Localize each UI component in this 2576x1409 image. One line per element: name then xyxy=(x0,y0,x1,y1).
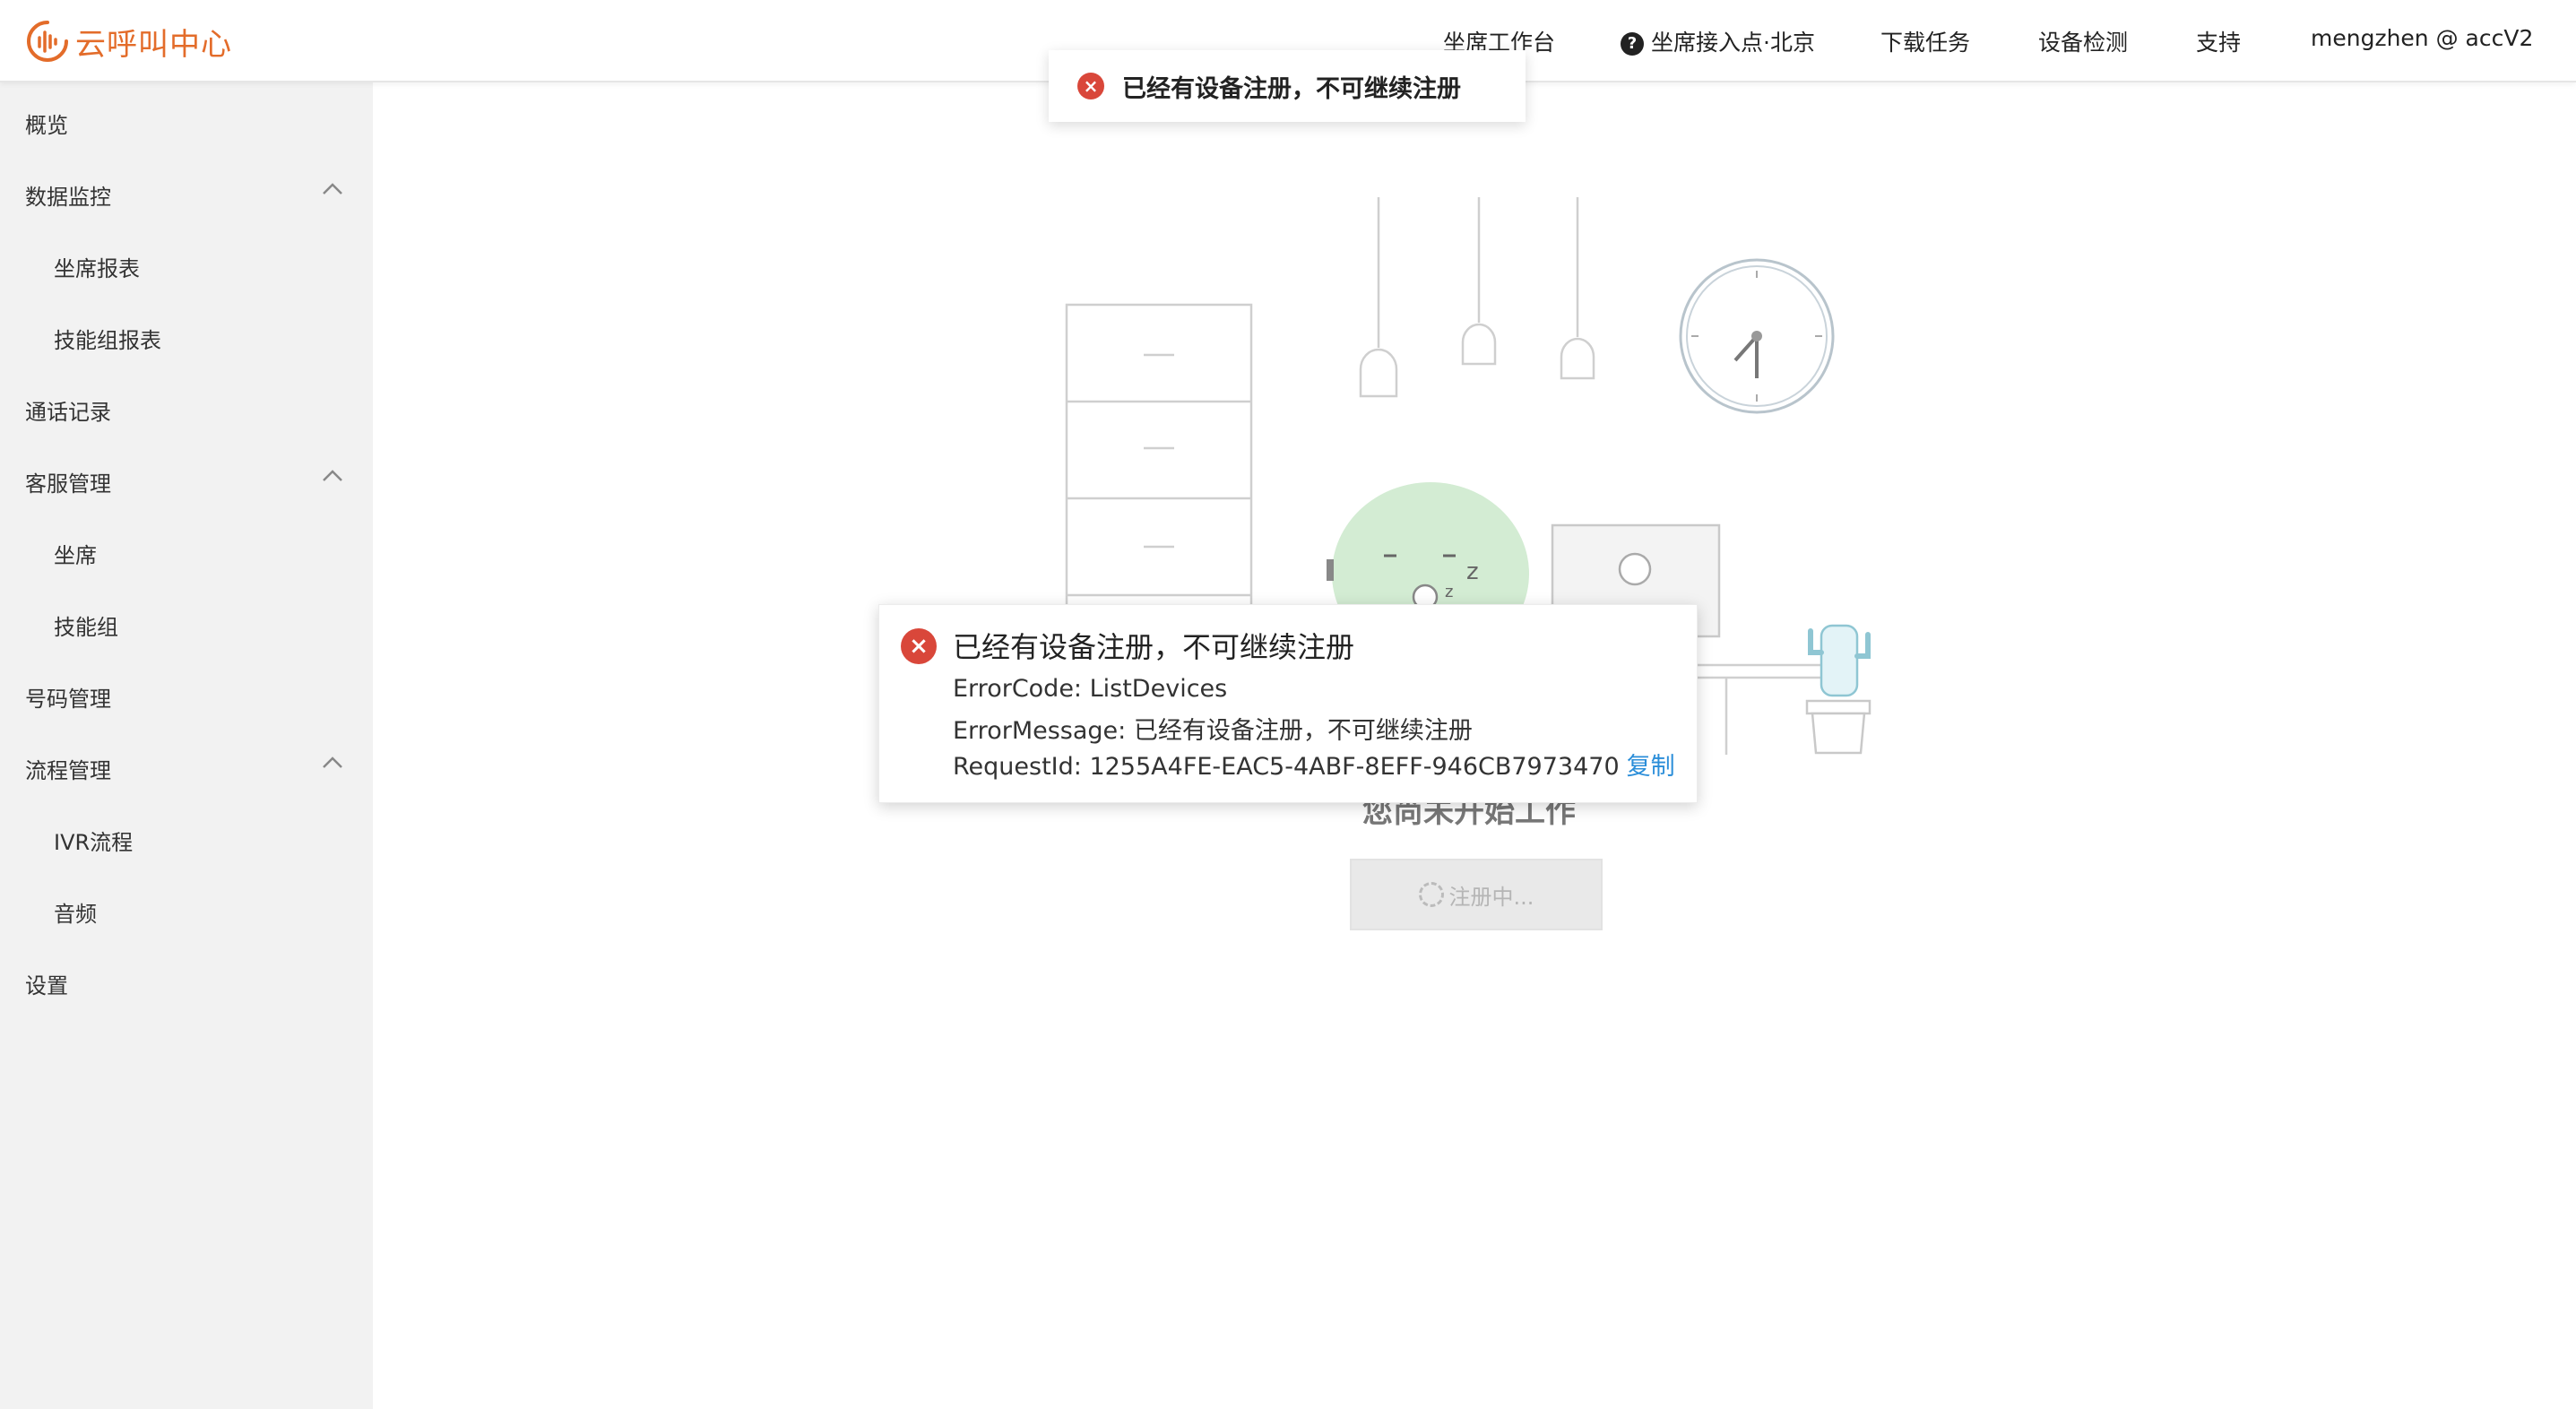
error-code-text: ErrorCode: ListDevices xyxy=(953,675,1228,703)
sidebar-item-overview[interactable]: 概览 xyxy=(25,108,68,139)
nav-support[interactable]: 支持 xyxy=(2196,25,2241,57)
access-point-label: 坐席接入点·北京 xyxy=(1651,30,1815,56)
sidebar-item-skill-group-report[interactable]: 技能组报表 xyxy=(54,323,161,354)
chevron-up-icon[interactable] xyxy=(321,751,344,774)
nav-device-check[interactable]: 设备检测 xyxy=(2038,25,2128,57)
nav-download-tasks[interactable]: 下载任务 xyxy=(1880,25,1970,57)
svg-text:z: z xyxy=(1445,583,1453,601)
error-close-icon: × xyxy=(901,628,937,664)
chevron-up-icon[interactable] xyxy=(321,464,344,488)
chevron-up-icon[interactable] xyxy=(321,177,344,201)
request-id-text: RequestId: 1255A4FE-EAC5-4ABF-8EFF-946CB… xyxy=(953,753,1620,781)
lamps-illustration xyxy=(1359,197,1595,398)
sidebar-item-ivr-flow[interactable]: IVR流程 xyxy=(54,825,133,856)
error-icon: × xyxy=(1077,73,1104,99)
loading-spinner-icon xyxy=(1418,882,1444,907)
register-button[interactable]: 注册中... xyxy=(1350,859,1603,930)
app-title: 云呼叫中心 xyxy=(75,26,232,63)
sidebar-item-call-records[interactable]: 通话记录 xyxy=(25,394,111,426)
error-dialog-title: 已经有设备注册，不可继续注册 xyxy=(953,630,1355,664)
sidebar-item-agents[interactable]: 坐席 xyxy=(54,538,97,569)
help-icon[interactable]: ? xyxy=(1621,32,1644,56)
register-button-label: 注册中... xyxy=(1448,884,1534,910)
sidebar-item-data-monitor[interactable]: 数据监控 xyxy=(25,179,111,211)
error-toast: × 已经有设备注册，不可继续注册 xyxy=(1049,50,1526,122)
sidebar-item-flow-management[interactable]: 流程管理 xyxy=(25,753,111,784)
clock-illustration xyxy=(1679,258,1835,414)
call-center-logo-icon xyxy=(27,21,68,62)
sidebar: 概览 数据监控 坐席报表 技能组报表 通话记录 客服管理 坐席 技能组 号码管理… xyxy=(0,82,373,1409)
request-id-line: RequestId: 1255A4FE-EAC5-4ABF-8EFF-946CB… xyxy=(953,747,1675,782)
app-logo[interactable]: 云呼叫中心 xyxy=(25,16,232,66)
sidebar-item-settings[interactable]: 设置 xyxy=(25,968,68,999)
cactus-plant-illustration xyxy=(1805,624,1871,755)
nav-access-point[interactable]: ? 坐席接入点·北京 xyxy=(1621,25,1815,57)
user-account-menu[interactable]: mengzhen @ accV2 xyxy=(2311,25,2533,51)
error-message-text: ErrorMessage: 已经有设备注册，不可继续注册 xyxy=(953,717,1473,745)
sidebar-item-audio[interactable]: 音频 xyxy=(54,896,97,928)
sidebar-item-agent-report[interactable]: 坐席报表 xyxy=(54,251,140,282)
sidebar-item-service-management[interactable]: 客服管理 xyxy=(25,466,111,497)
toast-message: 已经有设备注册，不可继续注册 xyxy=(1122,74,1461,103)
error-dialog: × 已经有设备注册，不可继续注册 ErrorCode: ListDevices … xyxy=(878,604,1698,803)
svg-text:z: z xyxy=(1466,558,1479,585)
sidebar-item-number-management[interactable]: 号码管理 xyxy=(25,681,111,713)
sidebar-item-skill-groups[interactable]: 技能组 xyxy=(54,609,118,641)
copy-request-id-link[interactable]: 复制 xyxy=(1627,753,1675,781)
